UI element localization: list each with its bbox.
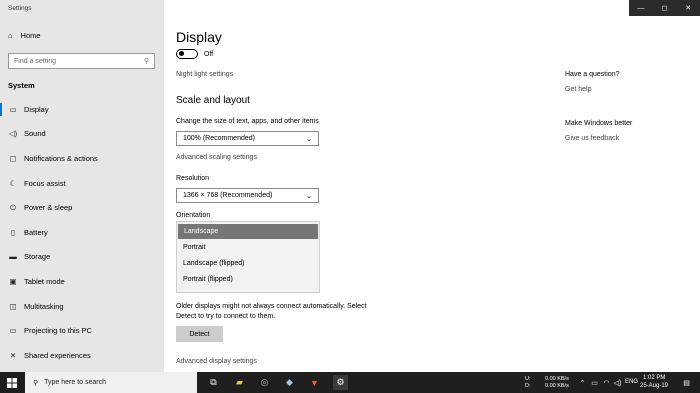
- taskbar-search-placeholder: Type here to search: [44, 379, 107, 386]
- search-icon: ⚲: [143, 58, 149, 65]
- chevron-down-icon: ⌄: [306, 135, 312, 143]
- settings-gear-icon[interactable]: ⚙: [333, 375, 348, 390]
- feedback-link[interactable]: Give us feedback: [565, 135, 619, 142]
- sidebar-item-shared-experiences[interactable]: ✕ Shared experiences: [0, 343, 164, 368]
- sidebar: Settings ⌂ Home Find a setting ⚲ System …: [0, 0, 164, 372]
- storage-icon: ▬: [9, 252, 17, 262]
- sidebar-item-battery[interactable]: ▯ Battery: [0, 220, 164, 245]
- home-link[interactable]: ⌂ Home: [8, 31, 41, 40]
- net-up-speed: 0.00 KB/s: [545, 376, 569, 382]
- night-light-settings-link[interactable]: Night light settings: [176, 71, 233, 78]
- speaker-icon: ◁): [8, 129, 18, 139]
- home-label: Home: [20, 31, 41, 40]
- task-view-icon[interactable]: ⧉: [206, 375, 221, 390]
- clock-date[interactable]: 25-Aug-19: [640, 383, 668, 390]
- projecting-icon: ▭: [9, 326, 17, 336]
- app-icon[interactable]: ◎: [257, 375, 272, 390]
- start-button[interactable]: [0, 372, 24, 393]
- sidebar-item-label: Sound: [24, 129, 46, 139]
- net-up-label: U:: [525, 376, 531, 382]
- search-icon: ⚲: [33, 379, 39, 387]
- app-icon[interactable]: ◆: [282, 375, 297, 390]
- sidebar-item-label: Display: [24, 104, 49, 114]
- window-controls: — ◻ ✕: [629, 0, 700, 16]
- toggle-state: Off: [204, 50, 214, 58]
- net-down-speed: 0.00 KB/s: [545, 383, 569, 389]
- shared-icon: ✕: [9, 350, 17, 360]
- better-heading: Make Windows better: [565, 120, 633, 127]
- sidebar-item-label: Projecting to this PC: [24, 326, 92, 336]
- scale-heading: Scale and layout: [176, 95, 250, 106]
- battery-icon: ▯: [10, 227, 16, 237]
- get-help-link[interactable]: Get help: [565, 86, 591, 93]
- sidebar-item-label: Notifications & actions: [24, 153, 98, 163]
- sidebar-item-power-sleep[interactable]: ⏻ Power & sleep: [0, 195, 164, 220]
- tablet-icon: ▣: [9, 276, 17, 286]
- orientation-label: Orientation: [176, 212, 211, 219]
- power-icon: ⏻: [10, 202, 16, 212]
- orientation-dropdown-list: Landscape Portrait Landscape (flipped) P…: [176, 221, 320, 293]
- section-label: System: [8, 81, 35, 90]
- monitor-icon: ▭: [9, 104, 17, 114]
- clock-time[interactable]: 1:02 PM: [643, 375, 665, 382]
- search-placeholder: Find a setting: [14, 57, 57, 65]
- close-button[interactable]: ✕: [676, 0, 700, 16]
- older-displays-text-1: Older displays might not always connect …: [176, 303, 367, 310]
- orientation-option[interactable]: Landscape (flipped): [177, 255, 319, 271]
- sidebar-item-multitasking[interactable]: ◫ Multitasking: [0, 294, 164, 319]
- volume-icon[interactable]: ◁): [610, 375, 625, 390]
- sidebar-item-label: Focus assist: [24, 178, 66, 188]
- advanced-display-link[interactable]: Advanced display settings: [176, 358, 257, 365]
- minimize-button[interactable]: —: [629, 0, 653, 16]
- resolution-label: Resolution: [176, 175, 210, 182]
- home-icon: ⌂: [8, 31, 13, 40]
- question-heading: Have a question?: [565, 71, 620, 78]
- orientation-option[interactable]: Landscape: [178, 224, 318, 239]
- app-title: Settings: [8, 5, 32, 12]
- sidebar-item-label: Multitasking: [24, 301, 64, 311]
- file-explorer-icon[interactable]: ▰: [232, 375, 247, 390]
- moon-icon: ☾: [9, 178, 17, 188]
- sidebar-item-label: Shared experiences: [24, 350, 91, 360]
- taskbar-search[interactable]: ⚲ Type here to search: [25, 372, 197, 393]
- sidebar-item-storage[interactable]: ▬ Storage: [0, 245, 164, 270]
- notifications-icon: ▢: [9, 153, 17, 163]
- chevron-down-icon: ⌄: [306, 192, 312, 200]
- multitasking-icon: ◫: [9, 301, 17, 311]
- sidebar-item-notifications-actions[interactable]: ▢ Notifications & actions: [0, 146, 164, 171]
- resolution-dropdown[interactable]: 1366 × 768 (Recommended) ⌄: [176, 188, 319, 203]
- scale-value: 100% (Recommended): [183, 135, 255, 142]
- resolution-value: 1366 × 768 (Recommended): [183, 192, 273, 199]
- maximize-button[interactable]: ◻: [653, 0, 677, 16]
- brave-browser-icon[interactable]: ▼: [307, 375, 322, 390]
- sidebar-item-tablet-mode[interactable]: ▣ Tablet mode: [0, 269, 164, 294]
- orientation-option[interactable]: Portrait: [177, 239, 319, 255]
- night-light-toggle[interactable]: [176, 49, 198, 59]
- orientation-option[interactable]: Portrait (flipped): [177, 271, 319, 287]
- net-down-label: D:: [525, 383, 531, 389]
- sidebar-item-label: Tablet mode: [24, 276, 65, 286]
- taskbar: ⚲ Type here to search ⧉ ▰ ◎ ◆ ▼ ⚙ U: D: …: [0, 372, 700, 393]
- sidebar-item-label: Battery: [24, 227, 48, 237]
- older-displays-text-2: Detect to try to connect to them.: [176, 313, 276, 320]
- detect-button[interactable]: Detect: [176, 326, 223, 342]
- sidebar-item-label: Storage: [24, 252, 51, 262]
- sidebar-item-display[interactable]: ▭ Display: [0, 97, 164, 122]
- windows-icon: [7, 377, 17, 388]
- nav-list: ▭ Display ◁) Sound ▢ Notifications & actions ☾…: [0, 97, 164, 368]
- scale-dropdown[interactable]: 100% (Recommended) ⌄: [176, 131, 319, 146]
- sidebar-item-focus-assist[interactable]: ☾ Focus assist: [0, 171, 164, 196]
- night-light-toggle-row: Off: [176, 49, 213, 59]
- notification-center-icon[interactable]: ▤: [679, 375, 694, 390]
- scale-label: Change the size of text, apps, and other…: [176, 118, 319, 125]
- advanced-scaling-link[interactable]: Advanced scaling settings: [176, 154, 257, 161]
- sidebar-item-sound[interactable]: ◁) Sound: [0, 122, 164, 147]
- page-title: Display: [176, 29, 222, 45]
- language-indicator[interactable]: ENG: [625, 379, 638, 386]
- sidebar-item-projecting-to-this-pc[interactable]: ▭ Projecting to this PC: [0, 318, 164, 343]
- sidebar-item-label: Power & sleep: [24, 203, 73, 213]
- search-input[interactable]: Find a setting ⚲: [8, 53, 155, 69]
